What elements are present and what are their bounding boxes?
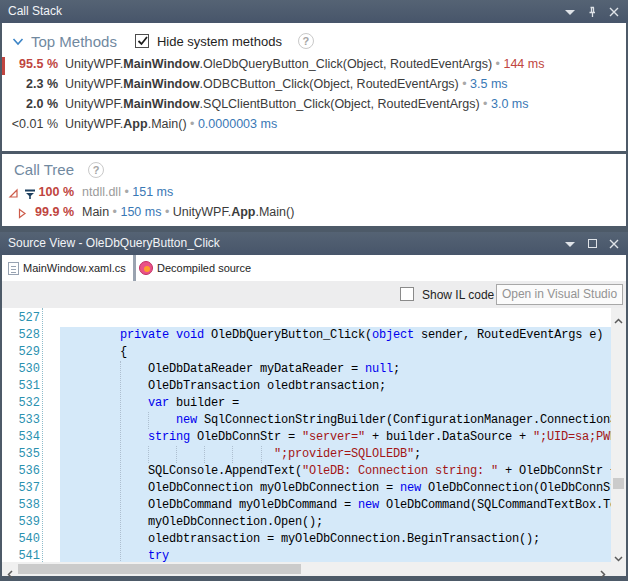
method-percent: 2.0 % [2,97,58,111]
hide-system-methods-label[interactable]: Hide system methods [157,34,282,49]
maximize-icon[interactable] [586,238,598,250]
code-line: var builder = [64,395,239,412]
call-stack-title: Call Stack [8,4,62,18]
dropdown-icon[interactable] [564,6,576,18]
call-tree-heading: Call Tree [14,161,74,178]
line-number: 537 [2,480,40,497]
method-percent: 2.3 % [2,77,58,91]
close-icon[interactable] [608,6,620,18]
pin-icon[interactable] [586,6,598,18]
tree-percent: 99.9 % [30,205,74,219]
horizontal-scrollbar-thumb[interactable] [18,564,301,574]
call-tree-row[interactable]: 99.9 %Main • 150 ms • UnityWPF.App.Main(… [2,205,626,224]
line-number: 532 [2,395,40,412]
line-number: 535 [2,446,40,463]
scrollbar-corner [611,562,626,576]
code-line: OleDbConnection myOleDbConnection = new … [64,480,626,497]
method-percent: 95.5 % [2,57,58,71]
scroll-right-arrow[interactable] [598,565,607,574]
help-icon[interactable]: ? [88,162,104,178]
code-line: OleDbDataReader myDataReader = null; [64,361,400,378]
indent-guide [232,446,233,463]
indent-guide [261,446,262,463]
line-number: 541 [2,548,40,562]
code-line: OleDbTransaction oledbtransaction; [64,378,386,395]
method-name: UnityWPF.MainWindow.OleDbQueryButton_Cli… [65,57,544,71]
indent-guide [204,446,205,463]
help-icon[interactable]: ? [298,33,314,49]
tab-label: MainWindow.xaml.cs [23,262,126,274]
scroll-left-arrow[interactable] [6,565,15,574]
code-line: string OleDbConnStr = "server=" + builde… [64,429,626,446]
code-line: private void OleDbQueryButton_Click(obje… [64,327,603,344]
code-line: try [64,548,169,562]
close-icon[interactable] [608,238,620,250]
method-row[interactable]: 95.5 % UnityWPF.MainWindow.OleDbQueryButt… [2,57,626,76]
code-line: oledbtransaction = myOleDbConnection.Beg… [64,531,540,548]
method-name: UnityWPF.MainWindow.ODBCButton_Click(Obj… [65,77,508,91]
line-number: 533 [2,412,40,429]
line-number: 539 [2,514,40,531]
horizontal-scrollbar[interactable] [2,562,611,576]
code-line: ";provider=SQLOLEDB"; [64,446,421,463]
vertical-scrollbar-thumb[interactable] [613,478,624,489]
line-number: 527 [2,310,40,327]
code-line: OleDbCommand myOleDbCommand = new OleDbC… [64,497,626,514]
collapse-chevron-icon[interactable] [12,32,24,50]
tree-percent: 100 % [30,185,74,199]
show-il-code-checkbox[interactable] [400,287,414,301]
tree-node-name: ntdll.dll [82,185,121,199]
top-methods-heading: Top Methods [31,33,117,50]
source-view-tabs: MainWindow.xaml.cs Decompiled source [2,255,626,281]
indent-guide [148,412,149,429]
line-number: 529 [2,344,40,361]
method-row[interactable]: <0.01 % UnityWPF.App.Main() • 0.0000003 m… [2,117,626,136]
indent-guide [120,361,121,562]
scroll-up-arrow[interactable] [614,312,623,321]
line-number: 530 [2,361,40,378]
line-number: 534 [2,429,40,446]
dropdown-icon[interactable] [564,238,576,250]
call-stack-titlebar: Call Stack [0,0,628,23]
code-line: SQLConsole.AppendText("OleDB: Connection… [64,463,626,480]
document-icon [8,262,19,275]
line-number: 528 [2,327,40,344]
source-view-toolbar: Show IL code Open in Visual Studio [2,281,626,308]
expander-expanded-icon[interactable] [8,188,19,202]
call-tree-row[interactable]: 100 %ntdll.dll • 151 ms [2,185,626,204]
method-name: UnityWPF.App.Main() • 0.0000003 ms [65,117,277,131]
source-view-title: Source View - OleDbQueryButton_Click [8,236,220,250]
open-in-visual-studio-button[interactable]: Open in Visual Studio [496,284,623,305]
code-line: { [64,344,127,361]
expander-collapsed-icon[interactable] [18,208,27,222]
line-number: 538 [2,497,40,514]
decompiled-source-icon [139,261,153,275]
indent-guide [148,446,149,463]
code-line: myOleDbConnection.Open(); [64,514,323,531]
line-number: 536 [2,463,40,480]
source-view-titlebar: Source View - OleDbQueryButton_Click [0,232,628,255]
tree-node-name: Main [82,205,109,219]
method-percent: <0.01 % [2,117,58,131]
line-number: 540 [2,531,40,548]
tree-node-method: UnityWPF.App.Main() [173,205,295,219]
tab-label: Decompiled source [157,262,251,274]
vertical-scrollbar[interactable] [611,308,626,562]
method-row[interactable]: 2.3 % UnityWPF.MainWindow.ODBCButton_Clic… [2,77,626,96]
method-name: UnityWPF.MainWindow.SQLClientButton_Clic… [65,97,528,111]
hide-system-methods-checkbox[interactable] [135,34,149,48]
show-il-code-label[interactable]: Show IL code [422,288,494,302]
tab-mainwindow-xaml-cs[interactable]: MainWindow.xaml.cs [2,255,132,281]
method-row[interactable]: 2.0 % UnityWPF.MainWindow.SQLClientButton… [2,97,626,116]
indent-guide [176,446,177,463]
line-number: 531 [2,378,40,395]
gutter-separator [42,308,43,562]
tab-decompiled-source[interactable]: Decompiled source [133,255,257,281]
code-editor[interactable]: 527528 private void OleDbQueryButton_Cli… [2,308,626,562]
call-tree-panel: Call Tree ? 100 %ntdll.dll • 151 ms99.9 … [2,154,626,226]
call-stack-panel: Top Methods Hide system methods ? 95.5 %… [2,23,626,151]
scroll-down-arrow[interactable] [614,549,623,558]
